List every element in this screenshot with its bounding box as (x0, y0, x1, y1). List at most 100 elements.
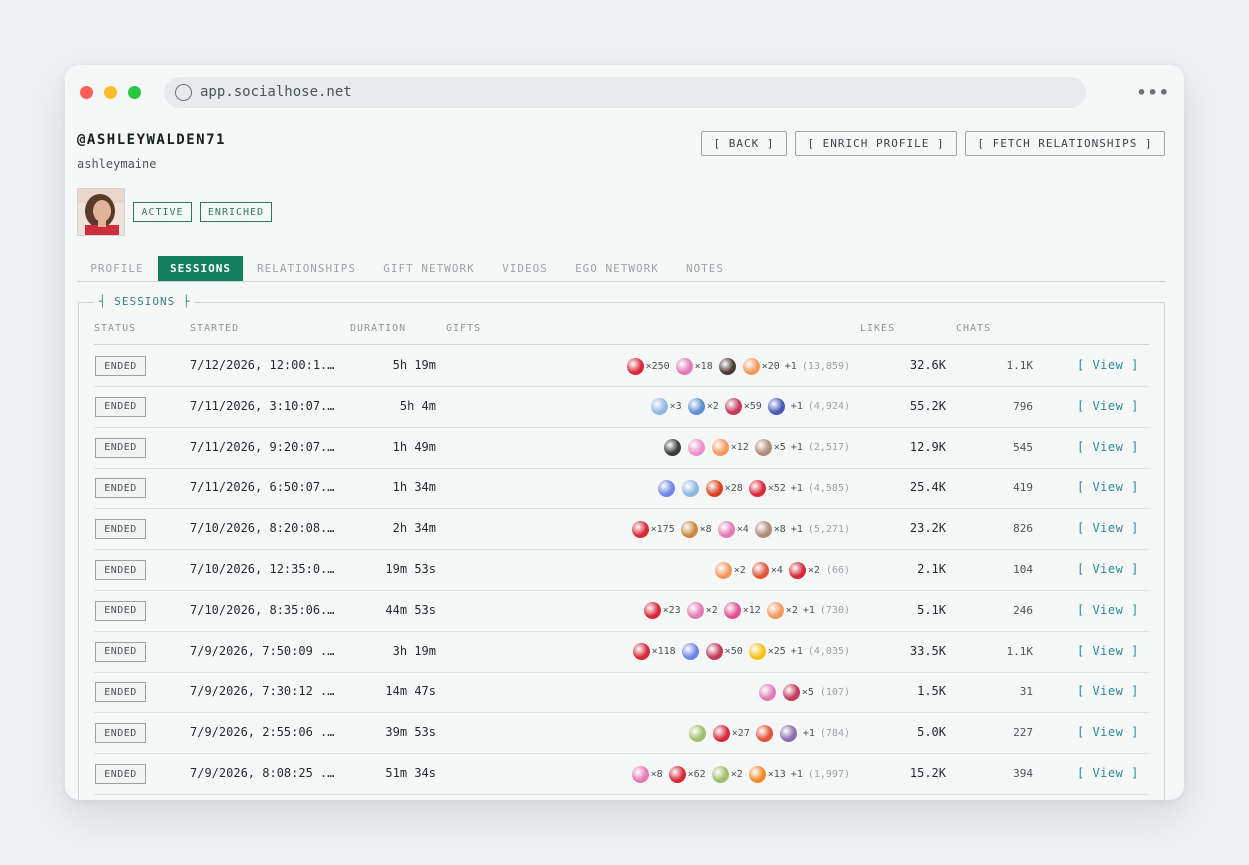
gift-more-count: +1 (790, 646, 803, 658)
hat-gift-icon (718, 357, 736, 375)
donut-gift-icon (766, 602, 784, 620)
gift-total: (784) (819, 727, 850, 739)
duration-cell: 19m 53s (385, 562, 436, 576)
tab-sessions[interactable]: SESSIONS (158, 256, 243, 281)
view-session-link[interactable]: [ View ] (1077, 766, 1139, 780)
gift-count: ×28 (724, 482, 743, 494)
gift-more-count: +1 (790, 442, 803, 454)
gift-count: ×2 (706, 401, 719, 413)
gift-count: ×8 (699, 523, 712, 535)
view-session-link[interactable]: [ View ] (1077, 644, 1139, 658)
rose-gift-icon (626, 357, 644, 375)
heart-box-gift-icon (758, 683, 776, 701)
chats-cell: 31 (1019, 685, 1033, 699)
likes-cell: 15.2K (909, 766, 946, 780)
column-header-started: STARTED (190, 323, 240, 334)
view-session-link[interactable]: [ View ] (1077, 440, 1139, 454)
table-row: ENDED 7/11/2026, 3:10:07... 5h 4m ×3 ×2 ×59 +1… (94, 387, 1149, 428)
duration-cell: 2h 34m (392, 521, 436, 536)
started-cell: 7/9/2026, 7:30:12 ... (190, 684, 340, 699)
tab-bar: PROFILE SESSIONS RELATIONSHIPS GIFT NETW… (77, 256, 1165, 282)
duration-cell: 5h 4m (399, 398, 436, 413)
gift-count: ×2 (807, 564, 820, 576)
likes-cell: 2.1K (917, 562, 946, 576)
gift-count: ×52 (767, 482, 786, 494)
crab-gift-icon (751, 561, 769, 579)
close-window-button[interactable] (80, 86, 93, 99)
view-session-link[interactable]: [ View ] (1077, 684, 1139, 698)
status-badge: ENDED (95, 396, 146, 417)
sessions-legend-label: SESSIONS (114, 295, 176, 308)
rose-gift-icon (631, 520, 649, 538)
maximize-window-button[interactable] (128, 86, 141, 99)
tab-profile[interactable]: PROFILE (77, 256, 157, 281)
heart-photo-gift-icon (782, 683, 800, 701)
table-row: ENDED 7/10/2026, 8:20:08... 2h 34m ×175 ×8 ×4… (94, 509, 1149, 551)
heart-box-gift-icon (717, 520, 735, 538)
view-session-link[interactable]: [ View ] (1077, 562, 1139, 576)
view-session-link[interactable]: [ View ] (1077, 725, 1139, 739)
gifts-cell: ×2 ×4 ×2 (66) (710, 559, 850, 581)
gift-count: ×2 (705, 605, 718, 617)
started-cell: 7/10/2026, 12:35:0... (190, 562, 340, 576)
tab-ego-network[interactable]: EGO NETWORK (567, 256, 667, 281)
gift-count: ×13 (767, 768, 786, 780)
view-session-link[interactable]: [ View ] (1077, 521, 1139, 535)
gift-total: (66) (825, 564, 850, 576)
feather-gift-icon (650, 398, 668, 416)
started-cell: 7/12/2026, 12:00:1... (190, 358, 340, 372)
likes-cell: 33.5K (909, 643, 946, 658)
status-badge: ENDED (95, 356, 146, 376)
view-session-link[interactable]: [ View ] (1077, 480, 1139, 494)
donut-gift-icon (711, 439, 729, 457)
tab-notes[interactable]: NOTES (679, 256, 731, 281)
face-gift-icon (754, 520, 772, 538)
chats-cell: 796 (1013, 399, 1033, 413)
status-badge: ENDED (95, 723, 146, 744)
status-badge: ENDED (95, 560, 146, 580)
gift-count: ×2 (730, 768, 743, 780)
chats-cell: 227 (1013, 726, 1033, 740)
view-session-link[interactable]: [ View ] (1077, 358, 1139, 372)
minimize-window-button[interactable] (104, 86, 117, 99)
gift-count: ×118 (651, 646, 676, 658)
heart-box-gift-icon (675, 357, 693, 375)
chats-cell: 104 (1013, 563, 1033, 576)
gifts-cell: ×27 +1 (784) (684, 722, 850, 744)
sessions-panel-title: ┤ SESSIONS ├ (94, 295, 196, 308)
tab-gift-network[interactable]: GIFT NETWORK (375, 256, 483, 281)
url-text: app.socialhose.net (200, 84, 352, 100)
gift-count: ×8 (773, 523, 786, 535)
duration-cell: 5h 19m (392, 358, 436, 372)
address-bar[interactable]: app.socialhose.net (164, 77, 1086, 108)
fetch-relationships-button[interactable]: [ FETCH RELATIONSHIPS ] (965, 131, 1165, 156)
sessions-panel: ┤ SESSIONS ├ STATUS STARTED DURATION GIF… (78, 295, 1165, 800)
tab-relationships[interactable]: RELATIONSHIPS (249, 256, 364, 281)
gift-count: ×50 (724, 646, 743, 658)
gift-more-count: +1 (790, 401, 803, 413)
gift-total: (4,035) (807, 646, 850, 658)
chats-cell: 1.1K (1006, 359, 1034, 372)
enrich-profile-button[interactable]: [ ENRICH PROFILE ] (795, 131, 957, 156)
gift-more-count: +1 (790, 523, 803, 535)
view-session-link[interactable]: [ View ] (1077, 603, 1139, 617)
heart-box-gift-icon (631, 765, 649, 783)
table-row: ENDED 7/11/2026, 6:50:07... 1h 34m ×28 ×52 +1… (94, 468, 1149, 510)
status-badge-enriched: ENRICHED (200, 202, 272, 222)
more-options-icon[interactable]: ••• (1136, 83, 1170, 102)
rose-gift-icon (788, 561, 806, 579)
flame-gift-icon (748, 765, 766, 783)
duration-cell: 14m 47s (385, 684, 436, 699)
column-header-chats: CHATS (956, 323, 992, 334)
tab-videos[interactable]: VIDEOS (493, 256, 557, 281)
donut-gift-icon (742, 357, 760, 375)
view-session-link[interactable]: [ View ] (1077, 399, 1139, 413)
sessions-table-header: STATUS STARTED DURATION GIFTS LIKES CHAT… (94, 323, 1149, 345)
gift-count: ×23 (662, 605, 681, 617)
back-button[interactable]: [ BACK ] (701, 131, 787, 156)
profile-handle: @ASHLEYWALDEN71 (77, 132, 226, 148)
gifts-cell: ×250 ×18 ×20 +1 (13,859) (622, 355, 850, 377)
gift-count: ×2 (733, 564, 746, 576)
gift-count: ×12 (742, 605, 761, 617)
table-row: ENDED 7/12/2026, 12:00:1... 5h 19m ×250 ×18 ×… (94, 346, 1149, 387)
